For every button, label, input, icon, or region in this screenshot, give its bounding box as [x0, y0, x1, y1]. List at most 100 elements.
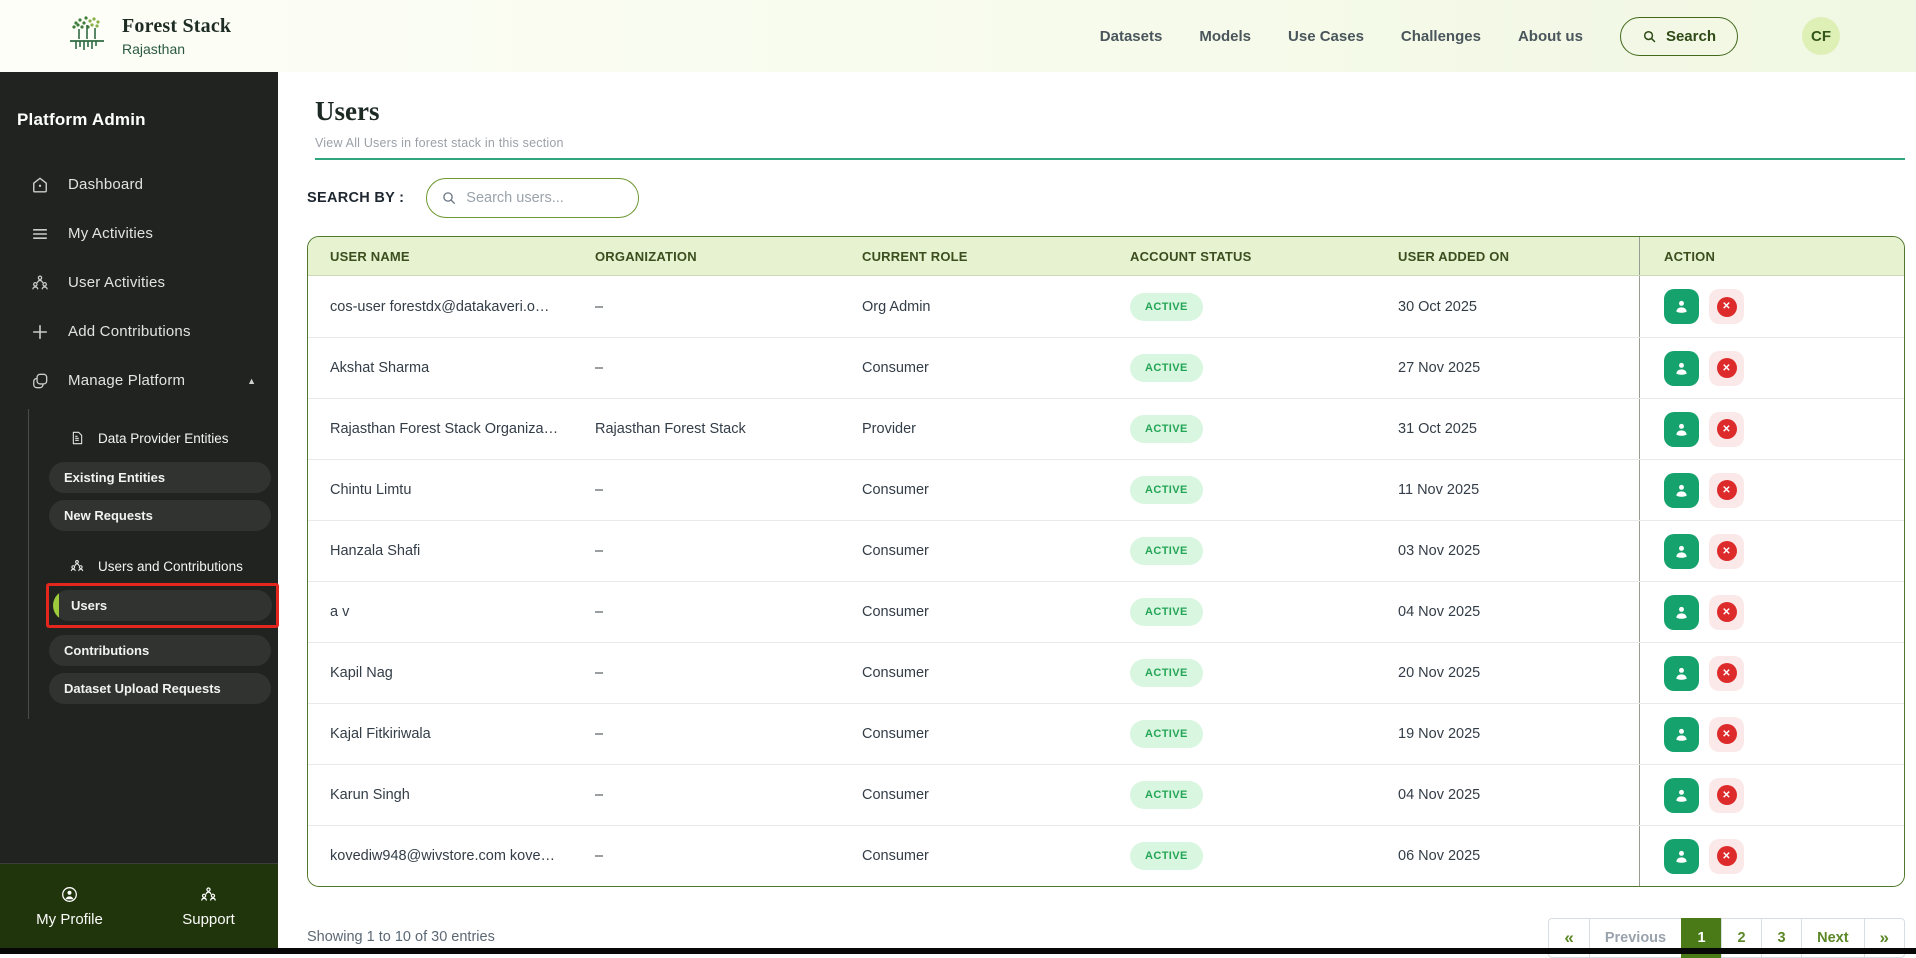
submenu-item-users[interactable]: Users — [53, 590, 272, 621]
status-badge: ACTIVE — [1130, 842, 1203, 870]
cell-account-status: ACTIVE — [1108, 354, 1376, 382]
cell-organization: – — [595, 298, 604, 315]
x-circle-icon: ✕ — [1716, 663, 1737, 683]
deactivate-user-button[interactable]: ✕ — [1709, 716, 1744, 752]
search-users-input[interactable] — [466, 190, 617, 206]
column-header-user-name: USER NAME — [330, 248, 410, 264]
cell-current-role: Consumer — [862, 726, 929, 742]
cell-action: ✕ — [1639, 704, 1904, 764]
cell-current-role: Consumer — [862, 482, 929, 498]
list-icon — [30, 224, 50, 244]
cell-account-status: ACTIVE — [1108, 415, 1376, 443]
user-icon — [1672, 786, 1691, 805]
deactivate-user-button[interactable]: ✕ — [1709, 350, 1744, 386]
x-circle-icon: ✕ — [1716, 541, 1737, 561]
cell-user-name: Akshat Sharma — [330, 360, 430, 376]
top-header: Forest Stack Rajasthan Datasets Models Use… — [0, 0, 1916, 72]
brand-title: Forest Stack — [122, 15, 232, 37]
cell-organization: – — [595, 604, 604, 620]
user-icon — [1672, 847, 1691, 866]
cell-organization: – — [595, 787, 604, 803]
deactivate-user-button[interactable]: ✕ — [1709, 411, 1744, 447]
submenu-item-existing-entities[interactable]: Existing Entities — [49, 462, 271, 493]
cell-action: ✕ — [1639, 338, 1904, 398]
view-user-button[interactable] — [1664, 655, 1699, 691]
view-user-button[interactable] — [1664, 472, 1699, 508]
sidebar-item-add-contributions[interactable]: Add Contributions — [0, 307, 278, 356]
status-badge: ACTIVE — [1130, 659, 1203, 687]
submenu-item-users-and-contributions[interactable]: Users and Contributions — [29, 549, 278, 583]
my-profile-button[interactable]: My Profile — [0, 885, 139, 928]
cell-user-added-on: 20 Nov 2025 — [1398, 665, 1481, 681]
nav-datasets[interactable]: Datasets — [1100, 28, 1163, 45]
cell-organization: – — [595, 848, 604, 864]
view-user-button[interactable] — [1664, 716, 1699, 752]
view-user-button[interactable] — [1664, 289, 1699, 324]
deactivate-user-button[interactable]: ✕ — [1709, 533, 1744, 569]
nav-use-cases[interactable]: Use Cases — [1288, 28, 1364, 45]
brand-subtitle: Rajasthan — [122, 41, 186, 57]
cell-action: ✕ — [1639, 460, 1904, 520]
cell-account-status: ACTIVE — [1108, 659, 1376, 687]
manage-platform-submenu: Data Provider Entities Existing Entities… — [28, 409, 279, 719]
cell-organization: – — [595, 482, 604, 498]
view-user-button[interactable] — [1664, 594, 1699, 630]
status-badge: ACTIVE — [1130, 415, 1203, 443]
cell-user-added-on: 31 Oct 2025 — [1398, 421, 1477, 437]
x-circle-icon: ✕ — [1716, 419, 1737, 439]
deactivate-user-button[interactable]: ✕ — [1709, 838, 1744, 874]
submenu-item-dataset-upload-requests[interactable]: Dataset Upload Requests — [49, 673, 271, 704]
sidebar-nav: Dashboard My Activities User Activities — [0, 160, 279, 719]
view-user-button[interactable] — [1664, 533, 1699, 569]
x-circle-icon: ✕ — [1716, 846, 1737, 866]
submenu-item-new-requests[interactable]: New Requests — [49, 500, 271, 531]
deactivate-user-button[interactable]: ✕ — [1709, 594, 1744, 630]
sidebar-item-my-activities[interactable]: My Activities — [0, 209, 278, 258]
sidebar-item-manage-platform[interactable]: Manage Platform ▲ — [0, 356, 278, 405]
view-user-button[interactable] — [1664, 838, 1699, 874]
deactivate-user-button[interactable]: ✕ — [1709, 289, 1744, 324]
search-button[interactable]: Search — [1619, 16, 1738, 56]
nav-models[interactable]: Models — [1199, 28, 1251, 45]
user-icon — [1672, 603, 1691, 622]
brand[interactable]: Forest Stack Rajasthan — [64, 11, 231, 62]
profile-icon — [60, 885, 79, 904]
cell-account-status: ACTIVE — [1108, 537, 1376, 565]
chevron-up-icon: ▲ — [247, 375, 256, 386]
submenu-item-data-provider-entities[interactable]: Data Provider Entities — [29, 421, 278, 455]
deactivate-user-button[interactable]: ✕ — [1709, 472, 1744, 508]
view-user-button[interactable] — [1664, 777, 1699, 813]
table-row: cos-user forestdx@datakaveri.o… – Org Ad… — [308, 276, 1904, 337]
sidebar: Platform Admin Dashboard My Activities U… — [0, 72, 279, 954]
table-row: Akshat Sharma – Consumer ACTIVE 27 Nov 2… — [308, 337, 1904, 398]
cell-action: ✕ — [1639, 643, 1904, 703]
deactivate-user-button[interactable]: ✕ — [1709, 777, 1744, 813]
user-icon — [1672, 297, 1691, 316]
cell-user-added-on: 03 Nov 2025 — [1398, 543, 1481, 559]
cell-user-added-on: 04 Nov 2025 — [1398, 604, 1481, 620]
table-row: Rajasthan Forest Stack Organiza… Rajasth… — [308, 398, 1904, 459]
cell-current-role: Consumer — [862, 360, 929, 376]
x-circle-icon: ✕ — [1716, 358, 1737, 378]
sidebar-item-label: Add Contributions — [68, 323, 191, 340]
user-icon — [1672, 664, 1691, 683]
cell-user-name: Kapil Nag — [330, 665, 393, 681]
nav-about-us[interactable]: About us — [1518, 28, 1583, 45]
view-user-button[interactable] — [1664, 411, 1699, 447]
page-title: Users — [315, 96, 380, 126]
cell-organization: Rajasthan Forest Stack — [595, 421, 746, 437]
sidebar-title: Platform Admin — [17, 110, 146, 129]
sidebar-item-dashboard[interactable]: Dashboard — [0, 160, 278, 209]
status-badge: ACTIVE — [1130, 354, 1203, 382]
support-button[interactable]: Support — [139, 885, 278, 928]
sidebar-item-user-activities[interactable]: User Activities — [0, 258, 278, 307]
view-user-button[interactable] — [1664, 350, 1699, 386]
submenu-item-contributions[interactable]: Contributions — [49, 635, 271, 666]
cell-user-name: Chintu Limtu — [330, 482, 412, 498]
cell-account-status: ACTIVE — [1108, 476, 1376, 504]
user-avatar[interactable]: CF — [1802, 17, 1840, 55]
layers-icon — [30, 371, 50, 391]
nav-challenges[interactable]: Challenges — [1401, 28, 1481, 45]
deactivate-user-button[interactable]: ✕ — [1709, 655, 1744, 691]
sidebar-item-label: Manage Platform — [68, 372, 186, 389]
